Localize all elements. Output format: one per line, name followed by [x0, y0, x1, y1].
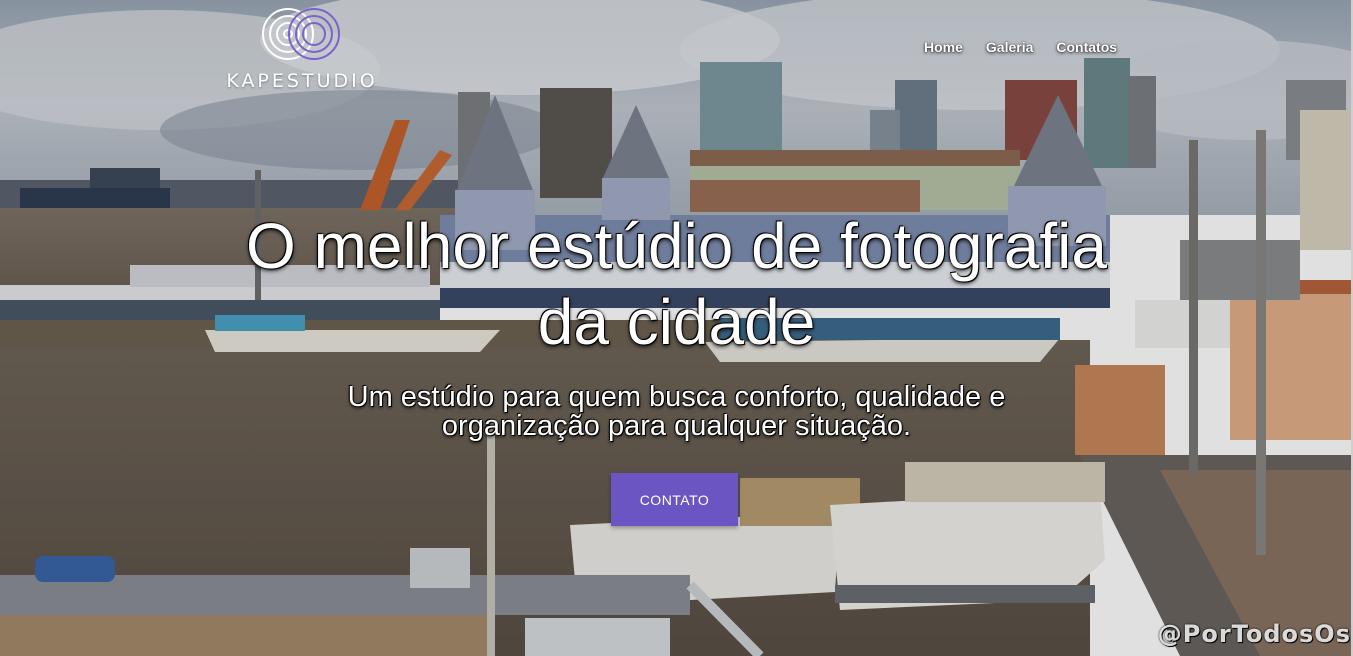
nav-link-home[interactable]: Home: [916, 37, 971, 57]
nav-link-contatos[interactable]: Contatos: [1048, 37, 1125, 57]
nav-link-galeria[interactable]: Galeria: [978, 37, 1041, 57]
hero-title-text: O melhor estúdio de fotografia da cidade: [246, 210, 1107, 358]
photo-watermark: @PorTodosOs: [1157, 620, 1351, 648]
hero-subtitle-text: Um estúdio para quem busca conforto, qua…: [347, 381, 1006, 442]
brand-logo[interactable]: KAPESTUDIO: [212, 4, 392, 94]
hero-title: O melhor estúdio de fotografia da cidade: [0, 208, 1353, 360]
logo-rings-icon: [262, 8, 340, 60]
brand-name: KAPESTUDIO: [226, 70, 378, 92]
main-nav: Home Galeria Contatos: [916, 37, 1132, 57]
hero-subtitle: Um estúdio para quem busca conforto, qua…: [0, 383, 1353, 441]
hero-section: KAPESTUDIO Home Galeria Contatos O melho…: [0, 0, 1353, 656]
contact-button[interactable]: CONTATO: [611, 473, 738, 526]
